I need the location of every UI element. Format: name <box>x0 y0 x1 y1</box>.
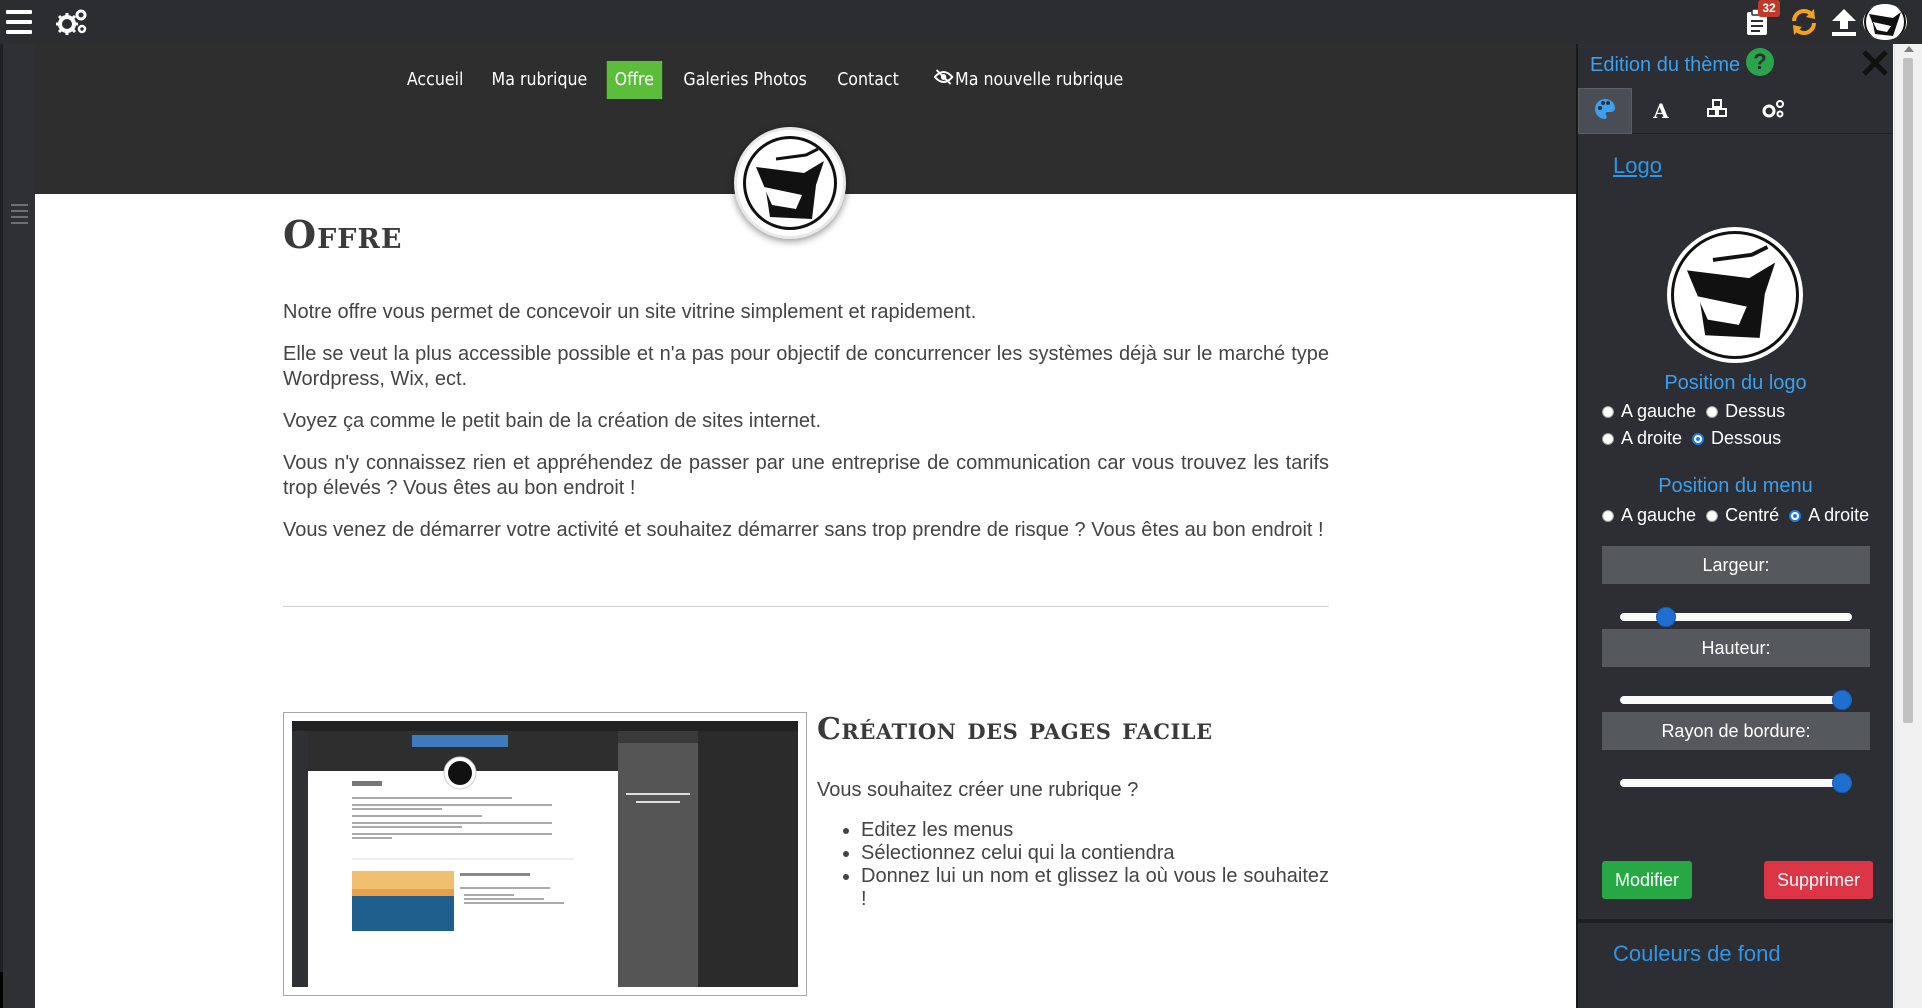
tab-fonts[interactable]: A <box>1634 88 1688 134</box>
intro-text: Notre offre vous permet de concevoir un … <box>283 300 1329 543</box>
slider-thumb[interactable] <box>1832 690 1852 710</box>
section-logo-link[interactable]: Logo <box>1613 153 1662 179</box>
logo-preview[interactable] <box>1667 227 1803 363</box>
divider <box>283 606 1329 607</box>
page-scrollbar[interactable] <box>1894 44 1922 1008</box>
modify-button[interactable]: Modifier <box>1602 861 1693 899</box>
close-icon[interactable] <box>1860 48 1890 78</box>
site-nav: Accueil Ma rubrique Offre Galeries Photo… <box>35 61 1576 99</box>
section-divider <box>1578 919 1893 923</box>
feature-list: Editez les menus Sélectionnez celui qui … <box>861 819 1329 911</box>
tab-settings[interactable] <box>1746 88 1800 134</box>
feature-screenshot-image[interactable] <box>283 712 807 996</box>
tab-colors[interactable] <box>1578 88 1632 134</box>
height-slider-label: Hauteur: <box>1602 629 1870 667</box>
list-item: Donnez lui un nom et glissez la où vous … <box>861 865 1329 911</box>
eye-slash-icon <box>933 61 954 99</box>
panel-body: Logo Position du logo A gauche Dessus A … <box>1578 135 1893 1008</box>
feature-text: Vous souhaitez créer une rubrique ? Edit… <box>817 778 1329 911</box>
border-radius-slider[interactable] <box>1620 773 1852 793</box>
radio-menu-left[interactable]: A gauche <box>1602 505 1696 526</box>
nav-item-galeries-photos[interactable]: Galeries Photos <box>675 61 814 99</box>
font-icon: A <box>1653 99 1669 123</box>
notification-badge: 32 <box>1758 0 1780 17</box>
scroll-up-arrow-icon[interactable] <box>1904 46 1914 52</box>
left-sidebar-strip <box>0 44 35 1008</box>
panel-tabs: A <box>1578 88 1893 134</box>
gears-icon[interactable] <box>52 4 92 40</box>
site-logo[interactable] <box>734 127 846 239</box>
logo-position-heading: Position du logo <box>1664 372 1807 394</box>
menu-position-row: A gauche Centré A droite <box>1602 505 1879 526</box>
scrollbar-thumb[interactable] <box>1903 58 1913 723</box>
sidebar-handle-icon[interactable] <box>11 204 28 228</box>
nav-item-offre[interactable]: Offre <box>606 61 662 99</box>
logo-position-row: A droite Dessous <box>1602 428 1791 449</box>
feature-title: Création des pages facile <box>817 712 1213 747</box>
paragraph: Notre offre vous permet de concevoir un … <box>283 301 977 323</box>
radio-menu-right[interactable]: A droite <box>1789 505 1869 526</box>
width-slider-label: Largeur: <box>1602 546 1870 584</box>
nav-item-accueil[interactable]: Accueil <box>399 61 471 99</box>
feature-intro: Vous souhaitez créer une rubrique ? <box>817 779 1139 801</box>
border-radius-slider-label: Rayon de bordure: <box>1602 712 1870 750</box>
palette-icon <box>1594 98 1616 125</box>
avatar[interactable] <box>1863 4 1907 40</box>
nav-item-ma-rubrique[interactable]: Ma rubrique <box>484 61 596 99</box>
slider-thumb[interactable] <box>1832 773 1852 793</box>
section-background-colors-link[interactable]: Couleurs de fond <box>1613 941 1781 967</box>
upload-icon[interactable] <box>1826 4 1862 40</box>
width-slider[interactable] <box>1620 607 1852 627</box>
admin-topbar: 32 <box>0 0 1922 44</box>
nav-item-contact[interactable]: Contact <box>829 61 906 99</box>
radio-logo-top[interactable]: Dessus <box>1706 401 1785 422</box>
paragraph: Elle se veut la plus accessible possible… <box>283 343 1329 390</box>
radio-logo-left[interactable]: A gauche <box>1602 401 1696 422</box>
paragraph: Vous venez de démarrer votre activité et… <box>283 519 1324 541</box>
logo-position-row: A gauche Dessus <box>1602 401 1795 422</box>
radio-logo-bottom[interactable]: Dessous <box>1692 428 1781 449</box>
radio-logo-right[interactable]: A droite <box>1602 428 1682 449</box>
paragraph: Voyez ça comme le petit bain de la créat… <box>283 410 822 432</box>
panel-title: Edition du thème <box>1590 54 1741 76</box>
paragraph: Vous n'y connaissez rien et appréhendez … <box>283 452 1329 499</box>
menu-position-heading: Position du menu <box>1658 475 1813 497</box>
tab-blocks[interactable] <box>1690 88 1744 134</box>
radio-menu-center[interactable]: Centré <box>1706 505 1779 526</box>
list-item: Sélectionnez celui qui la contiendra <box>861 842 1329 865</box>
cubes-icon <box>1706 98 1728 124</box>
theme-editor-panel: Edition du thème ? A Logo Position du lo… <box>1576 44 1893 1008</box>
list-item: Editez les menus <box>861 819 1329 842</box>
height-slider[interactable] <box>1620 690 1852 710</box>
slider-thumb[interactable] <box>1656 607 1677 627</box>
delete-button[interactable]: Supprimer <box>1764 861 1874 899</box>
gears-icon <box>1761 99 1785 124</box>
sync-icon[interactable] <box>1786 4 1822 40</box>
page-content: Offre Notre offre vous permet de concevo… <box>283 194 1329 996</box>
menu-icon[interactable] <box>4 4 34 40</box>
nav-item-label: Ma nouvelle rubrique <box>955 69 1124 90</box>
nav-item-ma-nouvelle-rubrique[interactable]: Ma nouvelle rubrique <box>926 61 1131 99</box>
help-icon[interactable]: ? <box>1746 48 1774 76</box>
